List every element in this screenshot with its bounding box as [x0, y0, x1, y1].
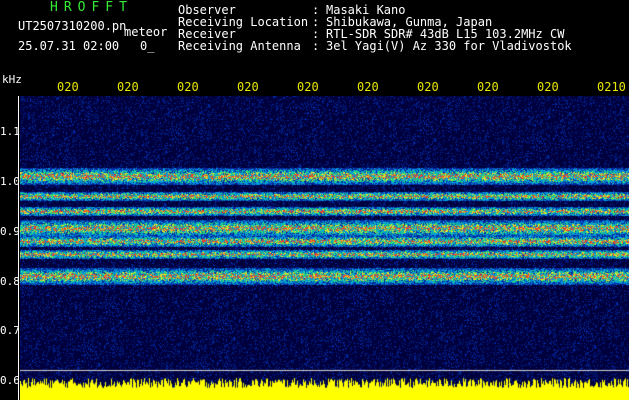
y-tick-label: 1.0 — [0, 175, 20, 188]
time-label: 0210 — [597, 80, 626, 94]
time-label: 020 — [297, 80, 319, 94]
file-name: UT2507310200.pn — [18, 19, 127, 33]
info-sep: : — [312, 39, 320, 53]
y-tick-label: 1.1 — [0, 125, 20, 138]
info-value-antenna: 3el Yagi(V) Az 330 for Vladivostok — [326, 39, 572, 53]
y-axis-unit: kHz — [2, 73, 22, 86]
time-label: 020 — [177, 80, 199, 94]
app-title: HROFFT — [50, 0, 133, 15]
y-tick-label: 0.9 — [0, 225, 20, 238]
meteor-count: 0_ — [140, 39, 155, 53]
y-tick-label: 0.6 — [0, 374, 20, 387]
time-label: 020 — [357, 80, 379, 94]
spectrogram — [20, 96, 629, 400]
time-label: 020 — [417, 80, 439, 94]
y-tick-label: 0.7 — [0, 324, 20, 337]
time-label: 020 — [237, 80, 259, 94]
info-label-antenna: Receiving Antenna — [178, 39, 301, 53]
date-time: 25.07.31 02:00 — [18, 39, 120, 53]
y-tick-label: 0.8 — [0, 275, 20, 288]
time-label: 020 — [117, 80, 139, 94]
y-axis-line — [18, 96, 19, 400]
time-label: 020 — [537, 80, 559, 94]
meteor-label: meteor — [124, 25, 168, 39]
time-label: 020 — [477, 80, 499, 94]
time-label: 020 — [57, 80, 79, 94]
